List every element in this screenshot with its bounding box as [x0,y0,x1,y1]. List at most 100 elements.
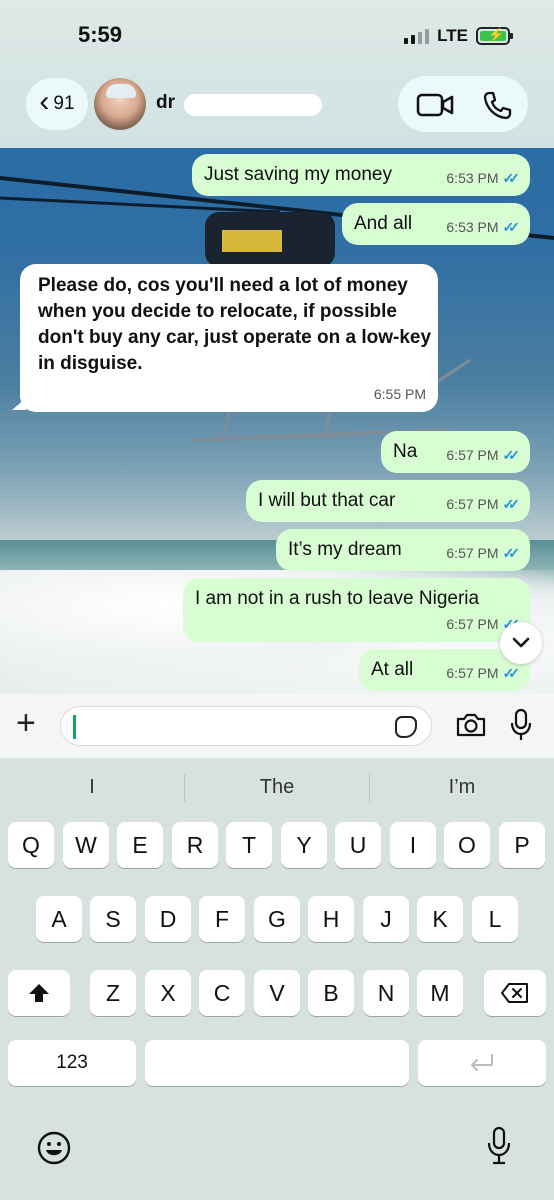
return-icon [471,1054,493,1071]
message-bubble[interactable]: I will but that car 6:57 PM ✓✓ [246,480,530,522]
network-type: LTE [437,26,468,45]
message-time: 6:57 PM [446,616,499,632]
unread-count: 91 [53,93,75,114]
video-camera-icon[interactable] [416,92,454,118]
message-bubble[interactable]: Na 6:57 PM ✓✓ [381,431,530,473]
message-time: 6:53 PM [446,219,499,235]
battery-icon [476,27,513,45]
name-redaction [184,94,322,116]
key-g[interactable]: G [254,896,300,942]
key-q[interactable]: Q [8,822,54,868]
key-p[interactable]: P [499,822,545,868]
message-meta: 6:53 PM ✓✓ [446,215,521,239]
message-bubble[interactable]: Just saving my money 6:53 PM ✓✓ [192,154,530,196]
numbers-key[interactable]: 123 [8,1040,136,1086]
scroll-to-bottom-button[interactable] [500,622,542,664]
key-l[interactable]: L [472,896,518,942]
suggestion-1[interactable]: I [0,758,184,816]
message-meta: 6:57 PM ✓✓ [446,443,521,467]
message-meta: 6:57 PM ✓✓ [446,541,521,565]
chevron-down-icon [512,637,530,648]
message-text: It’s my dream [288,539,402,560]
sticker-icon[interactable] [395,716,417,738]
call-actions [398,76,528,132]
key-f[interactable]: F [199,896,245,942]
key-n[interactable]: N [363,970,409,1016]
status-time: 5:59 [78,22,123,47]
double-check-icon: ✓✓ [502,219,521,235]
message-time: 6:53 PM [446,170,499,186]
key-j[interactable]: J [363,896,409,942]
chat-header: ‹ 91 dr [0,72,554,148]
space-key[interactable] [145,1040,409,1086]
keyboard: I The I’m Q W E R T Y U I O P A S D F G … [0,758,554,1200]
message-time: 6:57 PM [446,665,499,681]
contact-avatar[interactable] [94,78,146,130]
key-b[interactable]: B [308,970,354,1016]
message-bubble[interactable]: It’s my dream 6:57 PM ✓✓ [276,529,530,571]
message-text: And all [354,213,413,234]
microphone-icon[interactable] [486,1126,512,1166]
message-input[interactable] [60,706,432,746]
message-bubble[interactable]: I am not in a rush to leave Nigeria 6:57… [183,578,530,642]
status-indicators: LTE [404,26,513,46]
key-c[interactable]: C [199,970,245,1016]
double-check-icon: ✓✓ [502,545,521,561]
message-bubble[interactable]: Please do, cos you'll need a lot of mone… [20,264,438,412]
key-a[interactable]: A [36,896,82,942]
key-d[interactable]: D [145,896,191,942]
back-button[interactable]: ‹ 91 [26,78,88,130]
message-time: 6:57 PM [446,545,499,561]
double-check-icon: ✓✓ [502,665,521,681]
return-key[interactable] [418,1040,546,1086]
text-caret [73,715,76,739]
key-k[interactable]: K [417,896,463,942]
shift-key[interactable] [8,970,70,1016]
suggestion-3[interactable]: I’m [370,758,554,816]
delete-key[interactable] [484,970,546,1016]
message-text: I am not in a rush to leave Nigeria [195,588,480,609]
key-e[interactable]: E [117,822,163,868]
message-time: 6:57 PM [446,447,499,463]
message-meta: 6:53 PM ✓✓ [446,166,521,190]
key-u[interactable]: U [335,822,381,868]
message-text: Please do, cos you'll need a lot of mone… [38,275,432,374]
key-v[interactable]: V [254,970,300,1016]
message-bubble[interactable]: And all 6:53 PM ✓✓ [342,203,530,245]
plus-icon[interactable]: + [16,706,36,740]
signal-icon [404,28,430,44]
key-t[interactable]: T [226,822,272,868]
key-x[interactable]: X [145,970,191,1016]
key-w[interactable]: W [63,822,109,868]
contact-name[interactable]: dr [156,92,184,114]
backspace-icon [501,983,528,1003]
suggestion-2[interactable]: The [185,758,369,816]
key-z[interactable]: Z [90,970,136,1016]
message-meta: 6:57 PM ✓✓ [446,492,521,516]
key-s[interactable]: S [90,896,136,942]
double-check-icon: ✓✓ [502,447,521,463]
message-text: At all [371,659,414,680]
message-meta: 6:55 PM [374,382,426,406]
message-text: Na [393,441,418,462]
shift-icon [29,984,49,1002]
phone-icon[interactable] [482,90,512,120]
message-text: Just saving my money [204,164,392,185]
double-check-icon: ✓✓ [502,496,521,512]
key-o[interactable]: O [444,822,490,868]
key-i[interactable]: I [390,822,436,868]
emoji-icon[interactable] [36,1130,72,1166]
key-y[interactable]: Y [281,822,327,868]
message-meta: 6:57 PM ✓✓ [446,661,521,685]
message-text: I will but that car [258,490,396,511]
message-time: 6:55 PM [373,386,426,402]
camera-icon[interactable] [455,712,487,738]
status-bar: 5:59 LTE [0,0,554,72]
microphone-icon[interactable] [510,708,532,742]
key-r[interactable]: R [172,822,218,868]
message-time: 6:57 PM [446,496,499,512]
chevron-left-icon: ‹ [39,85,50,118]
key-h[interactable]: H [308,896,354,942]
double-check-icon: ✓✓ [502,170,521,186]
key-m[interactable]: M [417,970,463,1016]
